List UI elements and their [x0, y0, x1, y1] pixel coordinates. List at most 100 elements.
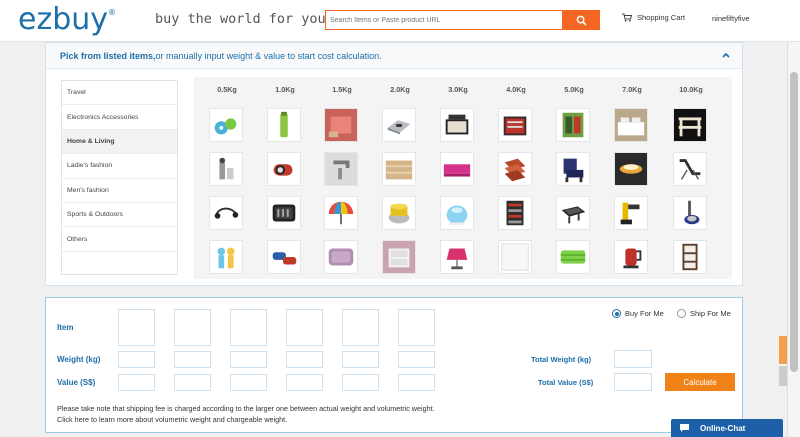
product-grid: 0.5Kg 1.0Kg 1.5Kg 2.0Kg 3.0Kg 4.0Kg 5.0K…: [194, 77, 732, 279]
product-table-lamp[interactable]: [440, 240, 474, 274]
weight-input[interactable]: [174, 351, 211, 368]
product-towel-pack[interactable]: [382, 152, 416, 186]
page-scrollbar[interactable]: [787, 42, 800, 437]
buy-for-me-radio[interactable]: Buy For Me: [612, 309, 664, 318]
weight-label: 3.0Kg: [448, 85, 468, 94]
online-chat-label: Online-Chat: [700, 423, 746, 433]
total-weight-field[interactable]: [614, 350, 652, 368]
search-input[interactable]: [325, 10, 563, 30]
value-input[interactable]: [174, 374, 211, 391]
value-input[interactable]: [342, 374, 379, 391]
product-shoe-rack[interactable]: [498, 196, 532, 230]
weight-label: Weight (kg): [57, 355, 101, 364]
scrollbar-thumb[interactable]: [790, 72, 798, 372]
weight-header: 0.5Kg 1.0Kg 1.5Kg 2.0Kg 3.0Kg 4.0Kg 5.0K…: [194, 85, 732, 97]
product-water-bottle[interactable]: [267, 108, 301, 142]
category-travel[interactable]: Travel: [62, 81, 177, 106]
search-icon: [576, 15, 587, 26]
product-tool-case[interactable]: [440, 108, 474, 142]
product-fan-clip[interactable]: [209, 108, 243, 142]
item-slot[interactable]: [174, 309, 211, 346]
value-input[interactable]: [230, 374, 267, 391]
weight-label: 1.5Kg: [332, 85, 352, 94]
value-input[interactable]: [398, 374, 435, 391]
item-slot[interactable]: [286, 309, 323, 346]
product-humidifier[interactable]: [440, 196, 474, 230]
product-cosmetics[interactable]: [209, 152, 243, 186]
product-steamer[interactable]: [382, 196, 416, 230]
product-scale[interactable]: [382, 108, 416, 142]
shopping-cart-link[interactable]: Shopping Cart: [622, 13, 685, 22]
product-chair[interactable]: [556, 152, 590, 186]
product-placeholder[interactable]: [498, 240, 532, 274]
chevron-up-icon[interactable]: [722, 52, 730, 58]
value-label: Value (S$): [57, 378, 96, 387]
product-tool-kit[interactable]: [498, 108, 532, 142]
product-bookshelf[interactable]: [673, 240, 707, 274]
product-green-case[interactable]: [556, 108, 590, 142]
username-link[interactable]: ninefiftyfive: [712, 14, 750, 23]
category-electronics-accessories[interactable]: Electronics Accessories: [62, 105, 177, 130]
product-wooden-rack[interactable]: [673, 108, 707, 142]
ship-for-me-radio[interactable]: Ship For Me: [677, 309, 731, 318]
cart-icon: [622, 13, 632, 22]
item-slot[interactable]: [398, 309, 435, 346]
product-screwdriver-set[interactable]: [267, 196, 301, 230]
product-kettle[interactable]: [614, 240, 648, 274]
product-pink-case[interactable]: [440, 152, 474, 186]
product-umbrella[interactable]: [324, 196, 358, 230]
product-kids-toy[interactable]: [209, 240, 243, 274]
product-bed[interactable]: [614, 108, 648, 142]
chat-bubble-icon: [680, 424, 689, 432]
product-ceiling-lamp[interactable]: [614, 152, 648, 186]
radio-unchecked-icon: [677, 309, 686, 318]
product-vacuum[interactable]: [673, 196, 707, 230]
category-sports-outdoors[interactable]: Sports & Outdoors: [62, 203, 177, 228]
product-storage-rack[interactable]: [498, 152, 532, 186]
product-cabinet[interactable]: [382, 240, 416, 274]
search-button[interactable]: [563, 10, 600, 30]
weight-input[interactable]: [286, 351, 323, 368]
product-dumbbells[interactable]: [267, 240, 301, 274]
ship-for-me-label: Ship For Me: [690, 309, 731, 318]
category-ladies-fashion[interactable]: Ladie's fashion: [62, 154, 177, 179]
item-slot[interactable]: [118, 309, 155, 346]
weight-input[interactable]: [118, 351, 155, 368]
value-input[interactable]: [118, 374, 155, 391]
product-lounge-chair[interactable]: [673, 152, 707, 186]
category-others[interactable]: Others: [62, 227, 177, 252]
weight-input[interactable]: [342, 351, 379, 368]
picker-title-bold: Pick from listed items,: [60, 50, 156, 61]
weight-input[interactable]: [230, 351, 267, 368]
calculate-button[interactable]: Calculate: [665, 373, 735, 391]
product-green-mat[interactable]: [556, 240, 590, 274]
learn-more-link[interactable]: Click here to learn more about volumetri…: [57, 415, 287, 424]
product-pillow[interactable]: [324, 240, 358, 274]
item-picker-panel: Pick from listed items, or manually input…: [45, 42, 743, 286]
side-tab-orange[interactable]: [779, 336, 787, 364]
product-faucet[interactable]: [324, 152, 358, 186]
weight-input[interactable]: [398, 351, 435, 368]
category-mens-fashion[interactable]: Men's fashion: [62, 179, 177, 203]
cost-calculator: Item Weight (kg) Value (S$) Buy For Me S…: [45, 297, 743, 433]
logo-text[interactable]: ezbuy: [18, 2, 108, 37]
item-slot[interactable]: [342, 309, 379, 346]
category-home-living[interactable]: Home & Living: [62, 129, 177, 155]
product-flashlight[interactable]: [267, 152, 301, 186]
value-input[interactable]: [286, 374, 323, 391]
product-drill[interactable]: [614, 196, 648, 230]
online-chat-button[interactable]: Online-Chat: [671, 419, 783, 437]
item-slot[interactable]: [230, 309, 267, 346]
product-pink-mat[interactable]: [324, 108, 358, 142]
ezbuy-logo[interactable]: ezbuy®: [18, 2, 116, 37]
item-label: Item: [57, 323, 74, 332]
shipping-note: Please take note that shipping fee is ch…: [57, 404, 435, 413]
picker-header[interactable]: Pick from listed items, or manually input…: [46, 43, 742, 69]
product-grill[interactable]: [556, 196, 590, 230]
weight-label: 1.0Kg: [275, 85, 295, 94]
total-value-field[interactable]: [614, 373, 652, 391]
product-earphones[interactable]: [209, 196, 243, 230]
registered-mark: ®: [108, 8, 117, 17]
side-tab-grey[interactable]: [779, 366, 787, 386]
weight-label: 7.0Kg: [622, 85, 642, 94]
